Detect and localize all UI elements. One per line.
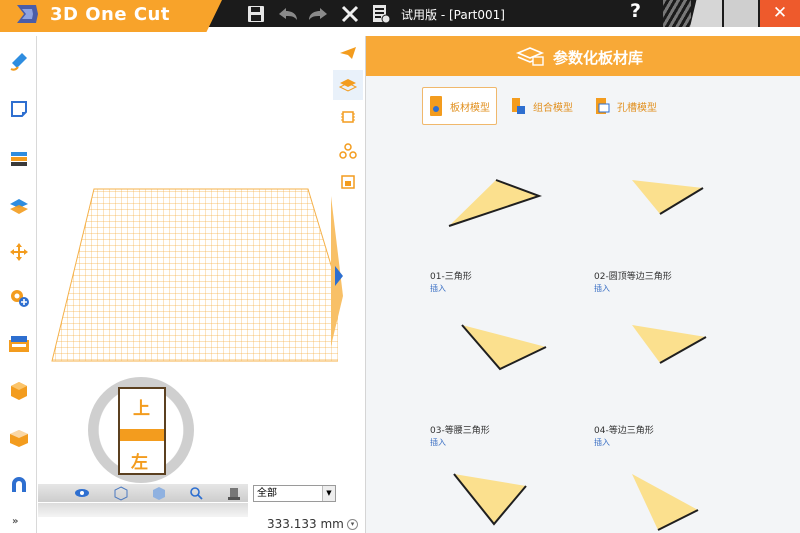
app-name: 3D One Cut [50, 4, 170, 25]
3d-viewport[interactable]: 上 左 全部 ▼ 333.133 mm ▾ [38, 36, 365, 533]
triangle-thumbnail [448, 179, 543, 227]
library-item-04[interactable]: 04-等边三角形 插入 [588, 319, 778, 447]
tab-sheet-models[interactable]: 板材模型 [422, 87, 497, 125]
close-window-button[interactable]: ✕ [760, 0, 800, 27]
item-name: 01-三角形 [430, 272, 472, 282]
search-icon[interactable] [190, 487, 203, 500]
display-filter-select[interactable]: 全部 ▼ [253, 485, 336, 502]
minimize-button[interactable] [690, 0, 722, 27]
status-strip [38, 503, 248, 517]
isosceles-triangle-thumbnail [461, 324, 547, 371]
hole-model-icon [596, 98, 610, 114]
item-name: 02-圆顶等边三角形 [594, 272, 672, 282]
window-title: 试用版 - [Part001] [401, 8, 505, 22]
insert-link[interactable]: 插入 [594, 283, 610, 294]
magnet-icon[interactable] [6, 472, 32, 498]
title-bar: 3D One Cut 试用版 - [Part001] ? ✕ [0, 0, 800, 32]
maximize-button[interactable] [724, 0, 758, 27]
send-icon[interactable] [333, 38, 363, 68]
wireframe-cube-icon[interactable] [114, 486, 128, 501]
measurement-readout: 333.133 mm [267, 517, 344, 531]
combo-model-icon [512, 98, 525, 114]
cube-icon[interactable] [6, 378, 32, 404]
tab-combo-models[interactable]: 组合模型 [509, 87, 573, 125]
eye-icon[interactable] [75, 489, 89, 497]
panel-header: 参数化板材库 [366, 36, 800, 76]
tab-hole-models[interactable]: 孔槽模型 [593, 87, 657, 125]
library-header-icon [515, 47, 545, 66]
tab-label: 孔槽模型 [617, 102, 657, 114]
library-item-03[interactable]: 03-等腰三角形 插入 [424, 319, 614, 447]
library-icon[interactable] [333, 70, 363, 100]
view-cube-front-label: 左 [131, 453, 148, 473]
left-toolbar: » [0, 36, 37, 533]
chevron-down-icon: ▼ [322, 486, 335, 501]
equilateral-triangle-thumbnail [632, 325, 707, 364]
display-filter-value: 全部 [257, 488, 277, 499]
app-logo-icon [17, 5, 38, 23]
save-icon[interactable] [246, 3, 266, 25]
sheet-model-icon [430, 96, 442, 116]
item-name: 03-等腰三角形 [430, 426, 490, 436]
window-controls: ✕ [690, 0, 800, 27]
help-button[interactable]: ? [630, 0, 641, 22]
layers-icon[interactable] [6, 146, 32, 172]
item-name: 04-等边三角形 [594, 426, 654, 436]
view-cube[interactable]: 上 左 [88, 377, 194, 483]
library-item-05[interactable] [424, 466, 614, 533]
close-doc-icon[interactable] [340, 3, 360, 25]
pan-icon[interactable] [228, 488, 240, 500]
parametric-library-panel: 参数化板材库 板材模型 组合模型 孔槽模型 01-三角形 插入 02-圆顶等边三… [365, 36, 800, 533]
view-tools-bar [38, 484, 248, 502]
triangle-thumbnail [453, 473, 527, 526]
measurement-menu-icon[interactable]: ▾ [347, 519, 358, 530]
viewport-side-toolbar [333, 36, 365, 533]
assembly-icon[interactable] [6, 332, 32, 358]
move-icon[interactable] [6, 239, 32, 265]
nodes-icon[interactable] [333, 136, 363, 166]
view-cube-top-label: 上 [133, 399, 150, 419]
insert-link[interactable]: 插入 [430, 437, 446, 448]
redo-icon[interactable] [306, 3, 330, 25]
chip-icon[interactable] [333, 102, 363, 132]
box-icon[interactable] [6, 425, 32, 451]
triangle-thumbnail [632, 474, 699, 531]
app-brand: 3D One Cut [0, 0, 222, 32]
tab-label: 板材模型 [450, 102, 490, 114]
rounded-triangle-thumbnail [632, 180, 704, 215]
stack-icon[interactable] [6, 194, 32, 220]
panel-title: 参数化板材库 [553, 49, 644, 67]
decorative-stripes [663, 0, 691, 27]
library-item-01[interactable]: 01-三角形 插入 [424, 176, 614, 293]
pen-icon[interactable] [6, 48, 32, 74]
undo-icon[interactable] [276, 3, 300, 25]
shaded-cube-icon[interactable] [153, 487, 165, 500]
insert-link[interactable]: 插入 [594, 437, 610, 448]
clipboard-icon[interactable] [370, 3, 392, 25]
insert-link[interactable]: 插入 [430, 283, 446, 294]
library-item-02[interactable]: 02-圆顶等边三角形 插入 [588, 176, 778, 293]
image-icon[interactable] [333, 167, 363, 197]
tab-label: 组合模型 [533, 102, 573, 114]
more-tools-button[interactable]: » [12, 516, 18, 527]
sketch-icon[interactable] [6, 96, 32, 122]
library-item-06[interactable] [588, 466, 778, 533]
gear-add-icon[interactable] [6, 284, 32, 310]
